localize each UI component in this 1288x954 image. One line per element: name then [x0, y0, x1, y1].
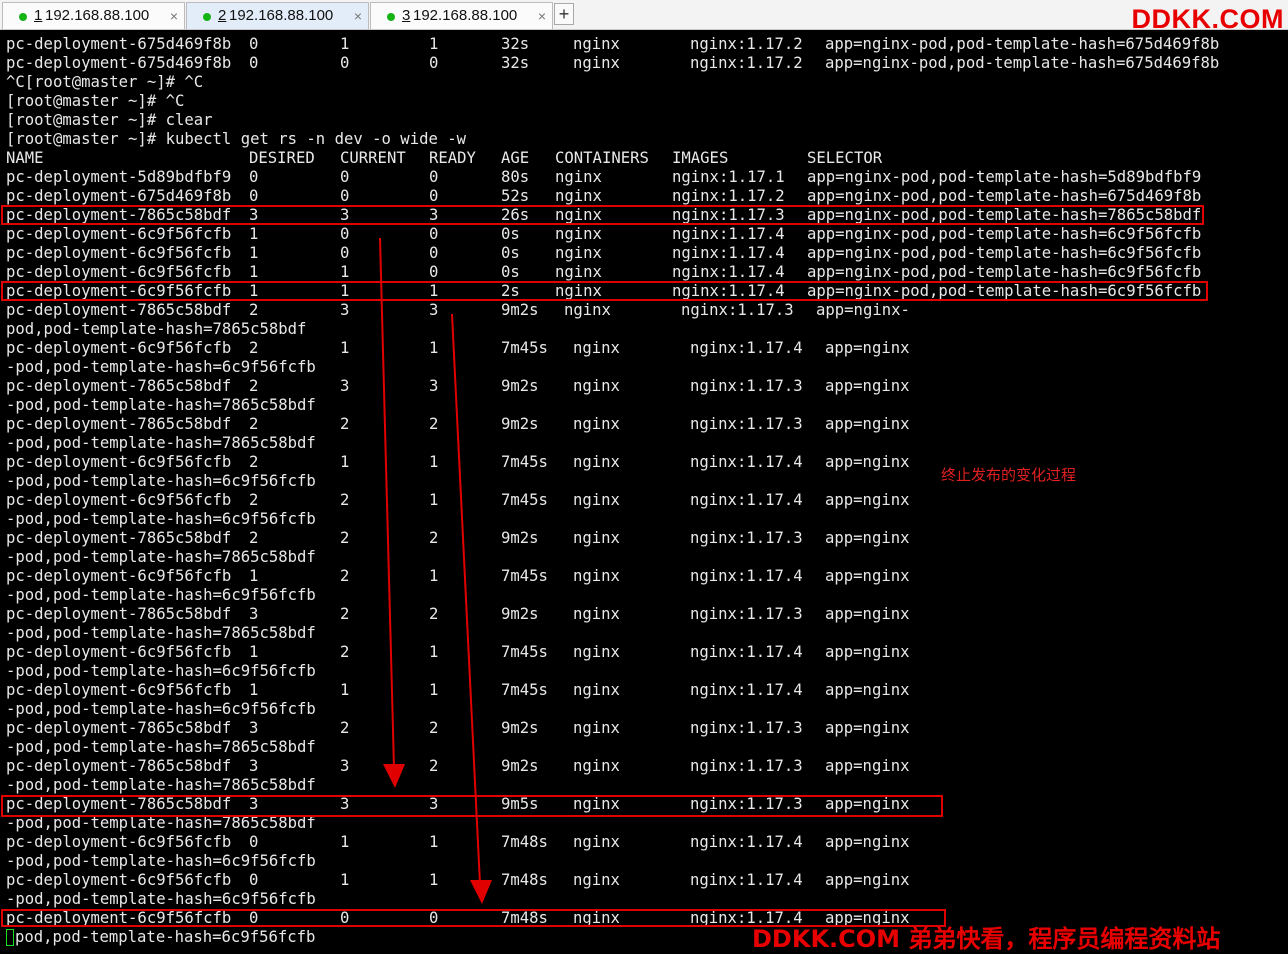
annotation-text: 终止发布的变化过程 [941, 466, 1077, 484]
watermark-footer: DDKK.COM 弟弟快看，程序员编程资料站 [752, 925, 1221, 953]
down-arrow-line [451, 313, 481, 885]
down-arrow-head [383, 764, 405, 788]
terminal-cursor [6, 929, 14, 946]
annotation-arrows [379, 237, 492, 904]
down-arrow-line [379, 237, 395, 769]
down-arrow-head [470, 880, 492, 904]
